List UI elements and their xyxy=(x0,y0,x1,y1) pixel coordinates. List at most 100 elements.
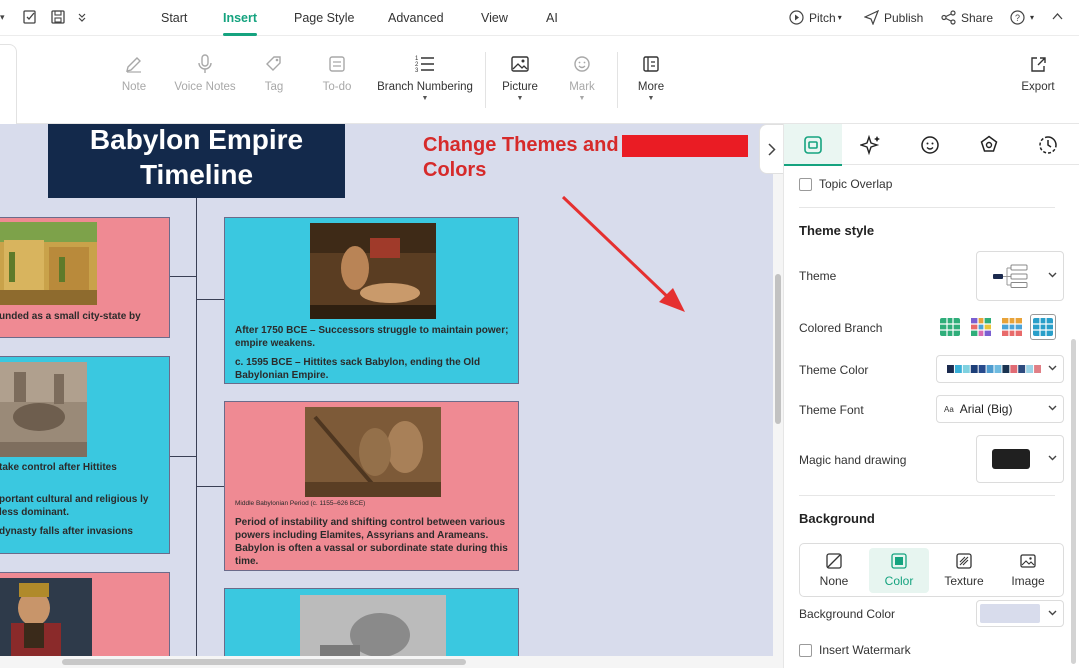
colored-branch-option-3[interactable] xyxy=(999,314,1025,340)
branch-numbering-label: Branch Numbering xyxy=(377,81,473,93)
color-fill-icon xyxy=(891,553,907,569)
more-tool[interactable]: More ▼ xyxy=(606,50,696,102)
collapse-ribbon-button[interactable] xyxy=(1052,12,1063,20)
customize-dropdown-icon[interactable] xyxy=(77,12,87,22)
vertical-scrollbar[interactable] xyxy=(773,124,783,656)
connector-line xyxy=(196,486,225,487)
topic-node[interactable] xyxy=(224,588,519,656)
topic-node[interactable]: Middle Babylonian Period (c. 1155–626 BC… xyxy=(224,401,519,571)
topic-node[interactable]: take control after Hittites portant cult… xyxy=(0,356,170,554)
tab-ai[interactable]: AI xyxy=(546,0,558,36)
king-portrait-image xyxy=(0,578,92,656)
checklist-icon[interactable] xyxy=(22,10,37,24)
colored-branch-option-1[interactable] xyxy=(937,314,963,340)
background-color-dropdown[interactable] xyxy=(976,600,1064,627)
tab-start[interactable]: Start xyxy=(161,0,187,36)
checkbox-box[interactable] xyxy=(799,644,812,658)
tab-page-style[interactable]: Page Style xyxy=(294,0,354,36)
numbered-list-icon: 123 xyxy=(415,56,434,74)
no-fill-icon xyxy=(826,553,842,569)
collapse-panel-button[interactable] xyxy=(759,124,783,174)
bg-image-label: Image xyxy=(1011,574,1045,588)
export-label: Export xyxy=(1021,81,1055,93)
play-circle-icon xyxy=(789,10,804,25)
publish-button[interactable]: Publish xyxy=(864,10,923,25)
image-icon xyxy=(1020,554,1036,568)
bg-texture-option[interactable]: Texture xyxy=(934,548,994,593)
more-panel-icon xyxy=(643,56,659,72)
theme-color-dropdown[interactable] xyxy=(936,355,1064,383)
tab-history[interactable] xyxy=(1019,124,1077,165)
connector-line xyxy=(170,456,196,457)
theme-font-label: Theme Font xyxy=(799,403,864,417)
bg-texture-label: Texture xyxy=(944,574,984,588)
share-icon xyxy=(941,10,956,25)
topic-overlap-checkbox[interactable]: Topic Overlap xyxy=(799,177,893,192)
export-icon xyxy=(1031,57,1046,72)
tab-view[interactable]: View xyxy=(481,0,508,36)
help-icon: ? xyxy=(1010,10,1025,25)
theme-font-dropdown[interactable]: Aa Arial (Big) xyxy=(936,395,1064,423)
red-arrow xyxy=(561,195,685,312)
bg-image-option[interactable]: Image xyxy=(998,548,1058,593)
theme-color-label: Theme Color xyxy=(799,363,869,377)
bg-none-option[interactable]: None xyxy=(804,548,864,593)
colored-branch-option-2[interactable] xyxy=(968,314,994,340)
scroll-thumb[interactable] xyxy=(775,274,781,424)
pitch-button[interactable]: Pitch ▾ xyxy=(789,10,842,25)
topic-overlap-label: Topic Overlap xyxy=(819,177,893,191)
tab-insert[interactable]: Insert xyxy=(223,0,258,36)
warrior-painting-image xyxy=(310,223,436,319)
open-dropdown-icon[interactable]: ▾ xyxy=(0,12,5,23)
texture-icon xyxy=(956,553,972,569)
tab-ai-style[interactable] xyxy=(842,124,900,165)
save-icon[interactable] xyxy=(50,10,65,24)
magic-hand-drawing-label: Magic hand drawing xyxy=(799,453,907,467)
theme-color-swatch xyxy=(994,365,1002,373)
colored-branch-option-4[interactable] xyxy=(1030,314,1056,340)
topic-node[interactable]: After 1750 BCE – Successors struggle to … xyxy=(224,217,519,384)
redaction-box xyxy=(622,135,748,157)
mindmap-canvas[interactable]: Babylon Empire Timeline unded as a small… xyxy=(0,124,773,656)
relief-carving-image xyxy=(0,362,87,457)
chevron-down-icon: ▾ xyxy=(837,13,842,22)
scroll-thumb[interactable] xyxy=(62,659,466,665)
insert-watermark-checkbox[interactable]: Insert Watermark xyxy=(799,643,911,658)
chevron-down-icon xyxy=(1048,272,1057,278)
central-topic[interactable]: Babylon Empire Timeline xyxy=(48,124,345,198)
topic-caption: Middle Babylonian Period (c. 1155–626 BC… xyxy=(235,500,366,507)
todo-tool[interactable]: To-do xyxy=(292,50,382,93)
sparkle-icon xyxy=(860,134,880,155)
assyrian-relief-image xyxy=(305,407,441,497)
branch-numbering-tool[interactable]: 123 Branch Numbering ▼ xyxy=(377,50,473,102)
branch-color-grid-icon xyxy=(940,318,960,336)
help-button[interactable]: ? ▾ xyxy=(1010,10,1034,25)
horizontal-scrollbar[interactable] xyxy=(0,656,783,668)
topic-node[interactable] xyxy=(0,572,170,656)
annotation-text: Change Themes and Colors xyxy=(423,134,619,181)
panel-scrollbar[interactable] xyxy=(1071,339,1076,664)
divider xyxy=(799,207,1055,208)
topic-text: take control after Hittites xyxy=(0,462,117,473)
theme-color-swatch xyxy=(1026,365,1034,373)
magic-hand-drawing-dropdown[interactable] xyxy=(976,435,1064,483)
connector-line xyxy=(170,276,196,277)
theme-dropdown[interactable] xyxy=(976,251,1064,301)
bg-color-option[interactable]: Color xyxy=(869,548,929,593)
background-color-label: Background Color xyxy=(799,607,896,621)
share-button[interactable]: Share xyxy=(941,10,993,25)
tab-page-format[interactable] xyxy=(784,124,842,166)
smiley-icon xyxy=(574,56,590,72)
clock-icon xyxy=(1039,135,1057,154)
export-tool[interactable]: Export xyxy=(993,50,1079,93)
topic-node[interactable]: unded as a small city-state by xyxy=(0,217,170,338)
send-icon xyxy=(864,10,879,25)
tab-icons[interactable] xyxy=(901,124,959,165)
theme-color-swatch xyxy=(962,365,970,373)
menu-bar: ▾ Start Insert Page Style Advanced View … xyxy=(0,0,1079,36)
todo-list-icon xyxy=(329,56,345,72)
ribbon-toolbar: Note Voice Notes Tag To-do 123 Branch Nu… xyxy=(0,36,1079,148)
checkbox-box[interactable] xyxy=(799,178,812,192)
tab-advanced[interactable]: Advanced xyxy=(388,0,444,36)
tab-stickers[interactable] xyxy=(960,124,1018,165)
